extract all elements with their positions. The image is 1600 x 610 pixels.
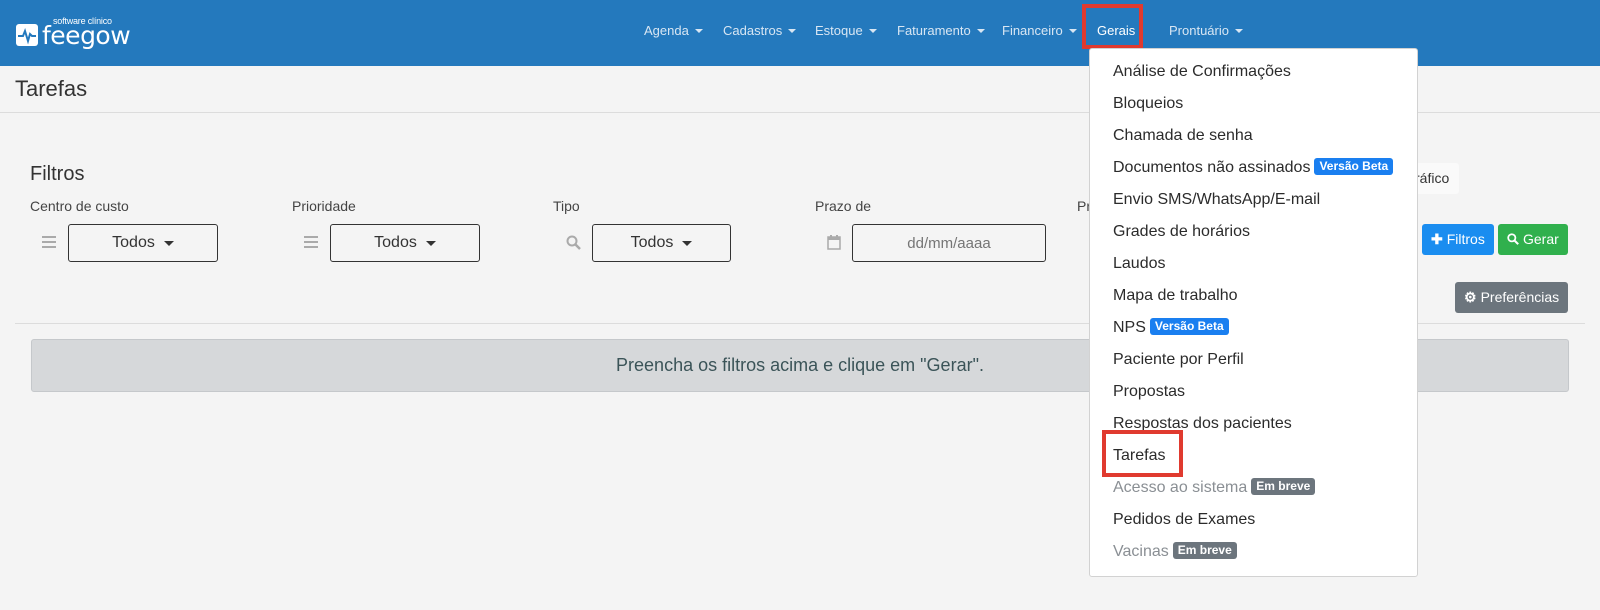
centro-custo-select[interactable]: Todos	[68, 224, 218, 262]
gerais-highlight-box	[1082, 4, 1143, 49]
em-breve-badge: Em breve	[1251, 478, 1316, 495]
plus-icon: ✚	[1431, 231, 1443, 247]
beta-badge: Versão Beta	[1314, 158, 1394, 175]
bars-icon	[42, 235, 56, 251]
nav-agenda[interactable]: Agenda	[644, 0, 703, 62]
preferencias-button[interactable]: ⚙ Preferências	[1455, 282, 1569, 313]
calendar-icon	[827, 235, 841, 253]
menu-item-laudos[interactable]: Laudos	[1113, 249, 1166, 279]
caret-down-icon	[788, 28, 797, 33]
prioridade-select[interactable]: Todos	[330, 224, 480, 262]
filters-title: Filtros	[30, 163, 85, 185]
menu-item-grades-horarios[interactable]: Grades de horários	[1113, 217, 1250, 247]
add-filtros-button[interactable]: ✚ Filtros	[1422, 224, 1494, 255]
brand-name: feegow	[42, 21, 131, 50]
gerar-button[interactable]: Gerar	[1498, 224, 1568, 255]
pulse-logo-icon	[16, 24, 38, 46]
menu-item-propostas[interactable]: Propostas	[1113, 377, 1185, 407]
menu-item-mapa-trabalho[interactable]: Mapa de trabalho	[1113, 281, 1238, 311]
menu-item-vacinas: Vacinas Em breve	[1113, 537, 1237, 567]
centro-custo-label: Centro de custo	[30, 198, 129, 214]
nav-faturamento[interactable]: Faturamento	[897, 0, 985, 62]
menu-item-acesso-sistema: Acesso ao sistema Em breve	[1113, 473, 1316, 503]
menu-item-envio-sms[interactable]: Envio SMS/WhatsApp/E-mail	[1113, 185, 1320, 215]
bars-icon	[304, 235, 318, 251]
search-icon	[566, 235, 581, 253]
caret-down-icon	[1068, 28, 1077, 33]
nav-cadastros[interactable]: Cadastros	[723, 0, 797, 62]
brand-tagline: software clínico	[53, 16, 112, 26]
caret-down-icon	[868, 28, 877, 33]
feegow-logo[interactable]: feegow software clínico	[16, 14, 131, 50]
prazo-label: Prazo de	[815, 198, 872, 214]
prazo-date-input[interactable]	[852, 224, 1046, 262]
prioridade-label: Prioridade	[292, 198, 356, 214]
caret-down-icon	[682, 240, 693, 246]
caret-down-icon	[1234, 28, 1243, 33]
tipo-select[interactable]: Todos	[592, 224, 731, 262]
menu-item-documentos-nao-assinados[interactable]: Documentos não assinados Versão Beta	[1113, 153, 1394, 183]
menu-item-pedidos-exames[interactable]: Pedidos de Exames	[1113, 505, 1255, 535]
tarefas-highlight-box	[1102, 430, 1183, 477]
nav-financeiro[interactable]: Financeiro	[1002, 0, 1077, 62]
menu-item-bloqueios[interactable]: Bloqueios	[1113, 89, 1183, 119]
beta-badge: Versão Beta	[1149, 318, 1229, 335]
em-breve-badge: Em breve	[1172, 542, 1237, 559]
caret-down-icon	[694, 28, 703, 33]
menu-item-paciente-perfil[interactable]: Paciente por Perfil	[1113, 345, 1244, 375]
gear-icon: ⚙	[1464, 289, 1477, 305]
menu-item-chamada-senha[interactable]: Chamada de senha	[1113, 121, 1253, 151]
caret-down-icon	[976, 28, 985, 33]
caret-down-icon	[425, 240, 436, 246]
nav-estoque[interactable]: Estoque	[815, 0, 877, 62]
page-title: Tarefas	[15, 76, 88, 101]
search-icon	[1507, 224, 1519, 255]
menu-item-analise-confirmacoes[interactable]: Análise de Confirmações	[1113, 57, 1291, 87]
caret-down-icon	[163, 240, 174, 246]
menu-item-nps[interactable]: NPS Versão Beta	[1113, 313, 1229, 343]
tipo-label: Tipo	[553, 198, 580, 214]
gerais-dropdown-menu: Análise de Confirmações Bloqueios Chamad…	[1089, 48, 1418, 577]
